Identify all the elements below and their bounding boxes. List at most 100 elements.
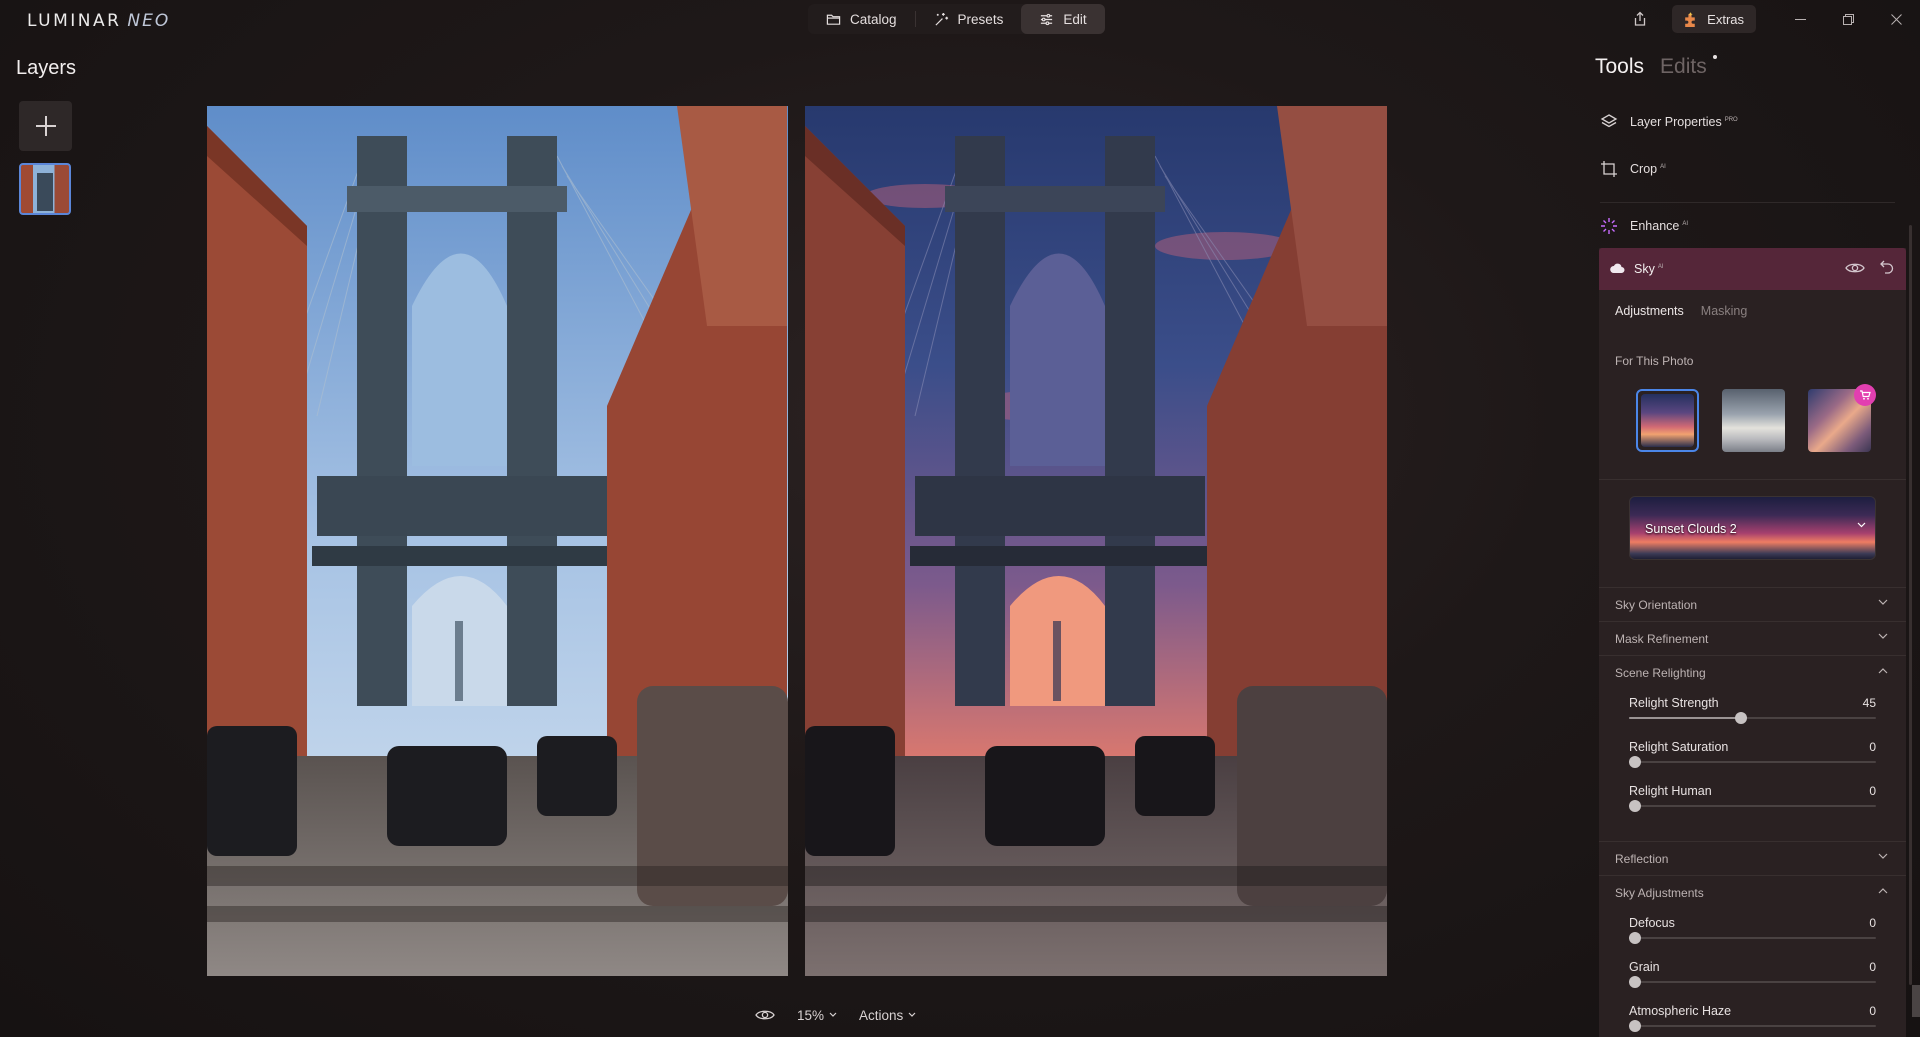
minimize-button[interactable] [1776, 0, 1824, 38]
presets-button[interactable]: Presets [916, 4, 1022, 34]
tab-tools[interactable]: Tools [1595, 55, 1644, 79]
relight-strength-slider[interactable]: Relight Strength 45 [1629, 696, 1876, 726]
title-bar-right: Extras [1622, 0, 1920, 38]
logo-sub-text: NEO [127, 11, 171, 31]
chevron-down-icon [829, 1012, 837, 1017]
eye-icon [755, 1010, 775, 1020]
tools-scrollbar[interactable] [1909, 225, 1912, 985]
mode-switcher: Catalog Presets Edit [808, 4, 1105, 34]
share-button[interactable] [1622, 4, 1658, 34]
slider-track [1629, 981, 1876, 983]
after-photo [805, 106, 1387, 976]
canvas-bottom-bar: 15% Actions [755, 1003, 916, 1027]
tool-crop-label: Crop [1630, 162, 1658, 176]
slider-fill [1629, 717, 1741, 719]
catalog-button[interactable]: Catalog [808, 4, 915, 34]
purchase-badge [1854, 384, 1876, 406]
ai-badge: AI [1657, 263, 1664, 270]
slider-value: 45 [1862, 696, 1876, 710]
preview-toggle-button[interactable] [755, 1008, 775, 1022]
sky-tool-header[interactable]: Sky AI [1599, 248, 1906, 290]
relight-saturation-slider[interactable]: Relight Saturation 0 [1629, 740, 1876, 770]
slider-label: Relight Strength [1629, 696, 1719, 710]
section-sky-adjustments[interactable]: Sky Adjustments [1599, 875, 1906, 909]
slider-knob[interactable] [1734, 712, 1747, 724]
slider-knob[interactable] [1629, 932, 1641, 944]
grain-slider[interactable]: Grain 0 [1629, 960, 1876, 990]
presets-sparkle-icon [934, 12, 948, 26]
cart-icon [1860, 390, 1871, 400]
sky-suggestion-cloudy[interactable] [1722, 389, 1785, 452]
close-icon [1890, 13, 1902, 25]
scrollbar-thumb[interactable] [1912, 985, 1920, 1017]
slider-label: Relight Human [1629, 784, 1712, 798]
ai-badge: AI [1660, 163, 1666, 170]
visibility-eye-icon[interactable] [1845, 261, 1865, 275]
extras-button[interactable]: Extras [1672, 5, 1756, 33]
actions-dropdown[interactable]: Actions [859, 1008, 916, 1023]
chevron-down-icon [1878, 599, 1888, 605]
tool-crop[interactable]: Crop AI [1600, 160, 1666, 178]
zoom-level: 15% [797, 1007, 825, 1023]
restore-button[interactable] [1824, 0, 1872, 38]
zoom-dropdown[interactable]: 15% [797, 1008, 837, 1023]
cloud-icon [1610, 263, 1625, 273]
slider-knob[interactable] [1629, 1020, 1641, 1032]
enhance-sparkle-icon [1601, 218, 1617, 234]
presets-label: Presets [957, 11, 1004, 27]
tool-enhance[interactable]: Enhance AI [1600, 217, 1688, 235]
before-photo [207, 106, 788, 976]
reset-undo-icon[interactable] [1879, 259, 1895, 275]
actions-label: Actions [859, 1007, 904, 1023]
plus-icon [35, 116, 56, 136]
relight-human-slider[interactable]: Relight Human 0 [1629, 784, 1876, 814]
section-mask-refinement[interactable]: Mask Refinement [1599, 621, 1906, 655]
edits-indicator-dot [1713, 55, 1717, 59]
slider-knob[interactable] [1629, 976, 1641, 988]
ai-badge: AI [1682, 220, 1689, 227]
section-reflection[interactable]: Reflection [1599, 841, 1906, 875]
slider-knob[interactable] [1629, 800, 1641, 812]
tool-layer-properties[interactable]: Layer Properties PRO [1600, 113, 1738, 131]
sliders-icon [1041, 13, 1053, 25]
slider-value: 0 [1869, 1004, 1876, 1018]
section-sky-orientation[interactable]: Sky Orientation [1599, 587, 1906, 621]
slider-knob[interactable] [1629, 756, 1641, 768]
mask-refinement-label: Mask Refinement [1615, 631, 1709, 646]
slider-value: 0 [1869, 916, 1876, 930]
app-logo: LUMINAR NEO [27, 11, 170, 31]
sky-suggestion-sunset[interactable] [1636, 389, 1699, 452]
slider-value: 0 [1869, 740, 1876, 754]
atmospheric-haze-slider[interactable]: Atmospheric Haze 0 [1629, 1004, 1876, 1034]
slider-label: Defocus [1629, 916, 1675, 930]
minimize-icon [1794, 18, 1806, 20]
restore-icon [1842, 13, 1854, 25]
tool-enhance-label: Enhance [1630, 219, 1680, 233]
edit-button[interactable]: Edit [1021, 4, 1105, 34]
chevron-up-icon [1878, 668, 1888, 674]
add-layer-button[interactable] [19, 101, 72, 151]
sky-selection-dropdown[interactable]: Sunset Clouds 2 [1629, 496, 1876, 560]
chevron-down-icon [1878, 633, 1888, 639]
close-button[interactable] [1872, 0, 1920, 38]
pro-badge: PRO [1724, 116, 1738, 123]
chevron-down-icon [908, 1012, 916, 1017]
defocus-slider[interactable]: Defocus 0 [1629, 916, 1876, 946]
slider-label: Grain [1629, 960, 1660, 974]
slider-track [1629, 1025, 1876, 1027]
slider-track [1629, 761, 1876, 763]
tools-header: Tools Edits [1595, 55, 1717, 79]
tab-edits[interactable]: Edits [1660, 55, 1707, 79]
sky-adjustments-label: Sky Adjustments [1615, 885, 1704, 900]
share-icon [1635, 11, 1646, 26]
layer-thumbnail[interactable] [19, 163, 71, 215]
slider-track [1629, 805, 1876, 807]
extras-label: Extras [1707, 11, 1744, 27]
tab-masking[interactable]: Masking [1701, 304, 1748, 318]
title-bar: LUMINAR NEO Catalog Presets Edit Extras [0, 0, 1920, 38]
slider-value: 0 [1869, 960, 1876, 974]
tab-adjustments[interactable]: Adjustments [1615, 304, 1684, 318]
edit-label: Edit [1063, 11, 1087, 27]
crop-icon [1601, 161, 1617, 177]
section-scene-relighting[interactable]: Scene Relighting [1599, 655, 1906, 689]
